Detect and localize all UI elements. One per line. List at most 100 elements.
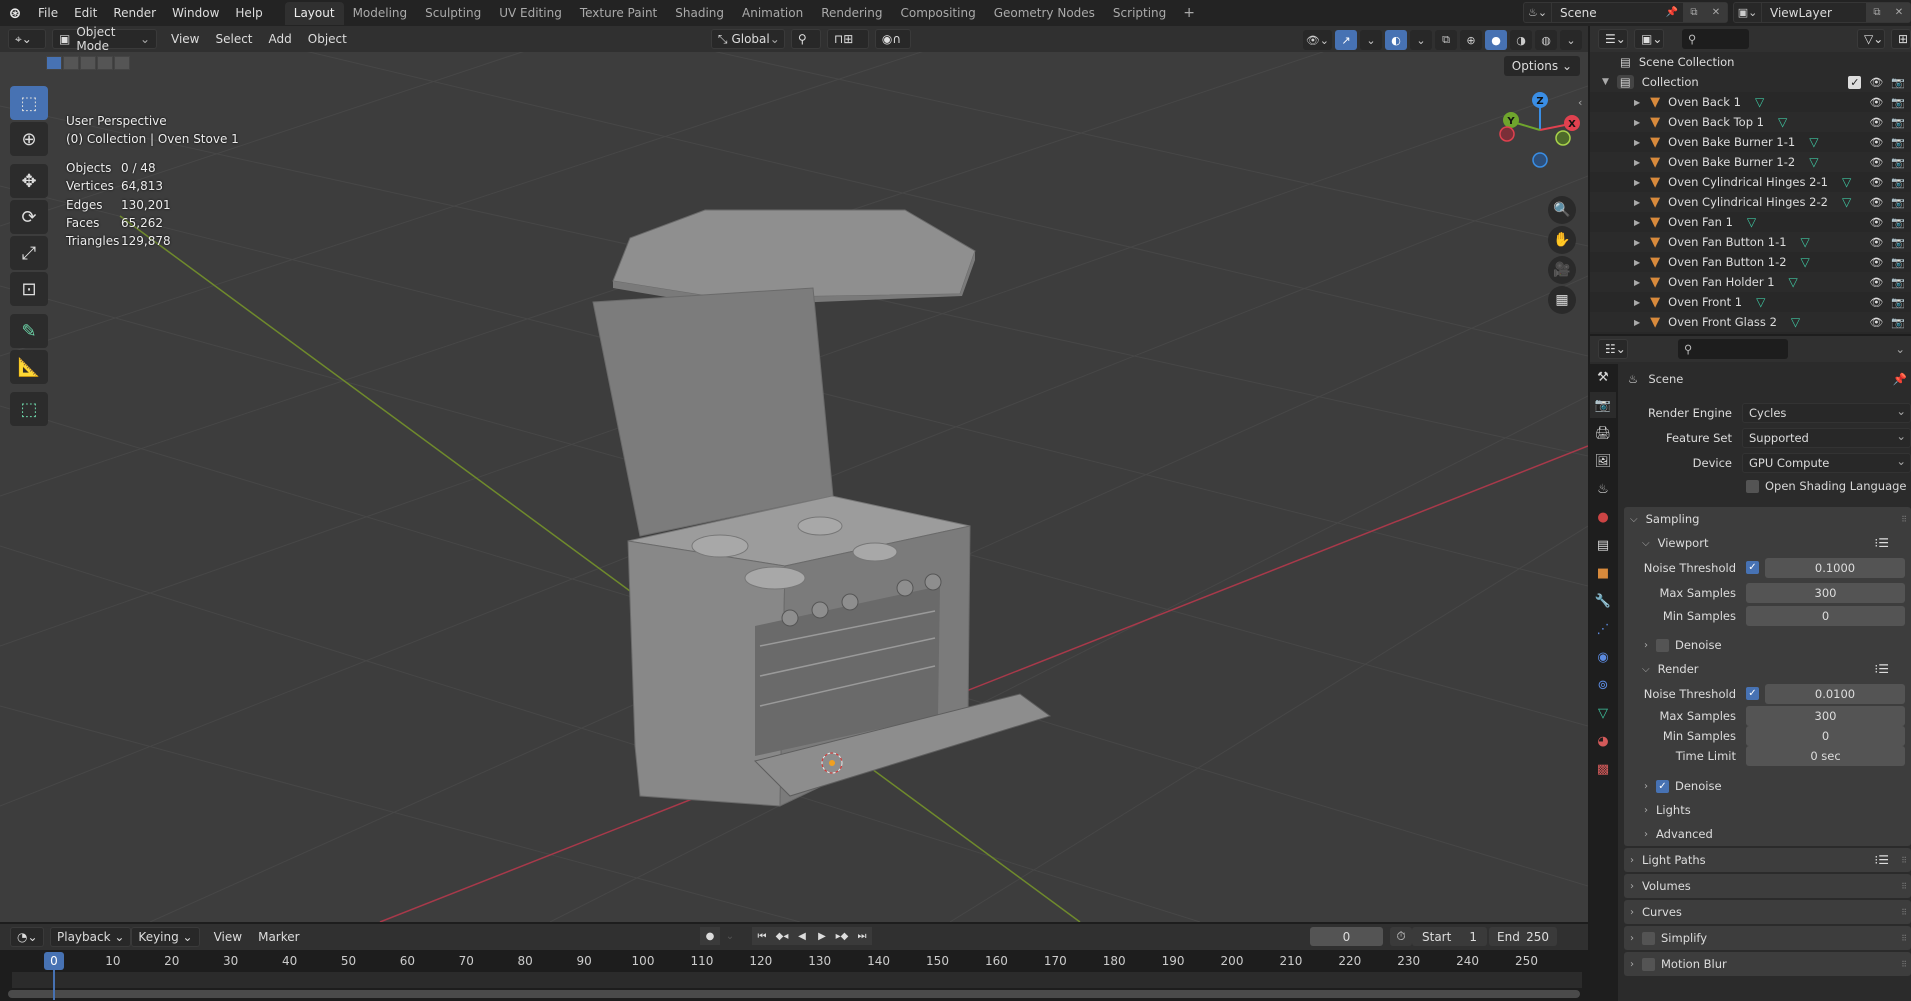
camera-view-icon[interactable]: 🎥 xyxy=(1548,256,1576,284)
outliner-editor-type-icon[interactable]: ☰⌄ xyxy=(1598,29,1628,49)
tab-rendering[interactable]: Rendering xyxy=(812,2,891,25)
object-tab-icon[interactable]: ■ xyxy=(1590,560,1616,586)
mesh-data-icon[interactable]: ▽ xyxy=(1755,95,1764,109)
presets-icon[interactable]: ⁝☰ xyxy=(1874,853,1889,867)
playhead[interactable]: 0 xyxy=(44,952,64,970)
display-mode-icon[interactable]: ▣⌄ xyxy=(1634,29,1664,49)
solid-shading-icon[interactable]: ● xyxy=(1485,30,1507,50)
filter-icon[interactable]: ▽⌄ xyxy=(1857,29,1885,49)
collection-tab-icon[interactable]: ▤ xyxy=(1590,532,1616,558)
presets-icon[interactable]: ⁝☰ xyxy=(1874,662,1889,676)
expand-arrow-icon[interactable]: ▶ xyxy=(1634,218,1640,227)
start-frame-field[interactable]: Start 1 xyxy=(1412,927,1487,946)
mesh-data-icon[interactable]: ▽ xyxy=(1789,275,1798,289)
camera-icon[interactable]: 📷 xyxy=(1891,156,1905,169)
play-icon[interactable]: ▶ xyxy=(812,927,832,945)
camera-icon[interactable]: 📷 xyxy=(1891,176,1905,189)
play-reverse-icon[interactable]: ◀ xyxy=(792,927,812,945)
camera-icon[interactable]: 📷 xyxy=(1891,96,1905,109)
overlays-toggle-icon[interactable]: ◐ xyxy=(1385,30,1407,50)
camera-icon[interactable]: 📷 xyxy=(1891,116,1905,129)
particles-tab-icon[interactable]: ⋰ xyxy=(1590,616,1616,642)
mesh-data-icon[interactable]: ▽ xyxy=(1778,115,1787,129)
eye-icon[interactable]: 👁 xyxy=(1869,156,1883,169)
overlays-dropdown[interactable]: ⌄ xyxy=(1410,30,1432,50)
proportional-edit-button[interactable]: ◉∩ xyxy=(874,29,911,49)
sampling-header[interactable]: ⌵ Sampling ⠿ xyxy=(1624,507,1911,531)
next-keyframe-icon[interactable]: ▸◆ xyxy=(832,927,852,945)
eye-icon[interactable]: 👁 xyxy=(1869,316,1883,329)
volumes-header[interactable]: › Volumes ⠿ xyxy=(1624,874,1911,898)
zoom-view-icon[interactable]: 🔍 xyxy=(1548,196,1576,224)
menu-window[interactable]: Window xyxy=(164,6,227,20)
options-dropdown[interactable]: Options ⌄ xyxy=(1503,56,1580,76)
visibility-icon[interactable]: 👁⌄ xyxy=(1302,30,1332,50)
render-tab-icon[interactable]: 📷 xyxy=(1590,392,1616,418)
camera-icon[interactable]: 📷 xyxy=(1891,276,1905,289)
properties-editor-type-icon[interactable]: ☷⌄ xyxy=(1598,339,1628,359)
viewport-max-samples-field[interactable]: 300 xyxy=(1746,582,1905,603)
pivot-point-button[interactable]: ⚲ xyxy=(790,29,821,49)
new-viewlayer-icon[interactable]: ⧉ xyxy=(1866,3,1888,22)
expand-arrow-icon[interactable]: ▶ xyxy=(1634,198,1640,207)
expand-arrow-icon[interactable]: ▶ xyxy=(1634,138,1640,147)
drag-handle-icon[interactable]: ⠿ xyxy=(1901,934,1907,943)
outliner-item[interactable]: ▶ ▼ Oven Front Glass 2 ▽ 👁 📷 xyxy=(1590,312,1911,332)
select-extend-icon[interactable] xyxy=(63,56,79,70)
expand-arrow-icon[interactable]: ▶ xyxy=(1634,298,1640,307)
outliner-item[interactable]: ▶ ▼ Oven Cylindrical Hinges 2-1 ▽ 👁 📷 xyxy=(1590,172,1911,192)
tab-animation[interactable]: Animation xyxy=(733,2,812,25)
mesh-data-icon[interactable]: ▽ xyxy=(1809,155,1818,169)
feature-set-dropdown[interactable]: Supported xyxy=(1742,427,1911,448)
render-min-samples-field[interactable]: 0 xyxy=(1746,726,1905,746)
material-shading-icon[interactable]: ◑ xyxy=(1510,30,1532,50)
measure-tool-icon[interactable]: 📐 xyxy=(10,350,48,384)
outliner-search-input[interactable]: ⚲ xyxy=(1682,29,1749,49)
camera-icon[interactable]: 📷 xyxy=(1891,236,1905,249)
data-tab-icon[interactable]: ▽ xyxy=(1590,700,1616,726)
end-frame-field[interactable]: End 250 xyxy=(1489,927,1557,946)
new-scene-icon[interactable]: ⧉ xyxy=(1683,3,1705,22)
camera-icon[interactable]: 📷 xyxy=(1891,76,1905,89)
osl-checkbox[interactable] xyxy=(1746,479,1759,493)
record-keyframe-icon[interactable]: ● xyxy=(700,927,720,945)
tab-layout[interactable]: Layout xyxy=(284,2,344,25)
motion-blur-panel[interactable]: › Motion Blur ⠿ xyxy=(1624,952,1911,976)
tab-scripting[interactable]: Scripting xyxy=(1104,2,1175,25)
menu-file[interactable]: File xyxy=(30,6,66,20)
gizmo-neg-y[interactable] xyxy=(1555,130,1571,146)
navigation-gizmo[interactable]: Z X Y xyxy=(1495,90,1585,180)
shading-dropdown[interactable]: ⌄ xyxy=(1560,30,1582,50)
outliner-item[interactable]: ▶ ▼ Oven Cylindrical Hinges 2-2 ▽ 👁 📷 xyxy=(1590,192,1911,212)
timeline-menu-view[interactable]: View xyxy=(206,930,250,944)
ortho-toggle-icon[interactable]: ▦ xyxy=(1548,286,1576,314)
drag-handle-icon[interactable]: ⠿ xyxy=(1901,960,1907,969)
motion-blur-checkbox[interactable] xyxy=(1642,957,1655,971)
rendered-shading-icon[interactable]: ◍ xyxy=(1535,30,1557,50)
transform-orientation-dropdown[interactable]: ⤡ Global ⌄ xyxy=(710,29,785,49)
eye-icon[interactable]: 👁 xyxy=(1869,116,1883,129)
pan-view-icon[interactable]: ✋ xyxy=(1548,226,1576,254)
preview-range-icon[interactable]: ⏱ xyxy=(1390,927,1412,946)
drag-handle-icon[interactable]: ⠿ xyxy=(1901,856,1907,865)
eye-icon[interactable]: 👁 xyxy=(1869,176,1883,189)
add-cube-tool-icon[interactable]: ⬚ xyxy=(10,392,48,426)
outliner-item[interactable]: ▶ ▼ Oven Bake Burner 1-2 ▽ 👁 📷 xyxy=(1590,152,1911,172)
select-new-icon[interactable] xyxy=(46,56,62,70)
pin-icon[interactable]: 📌 xyxy=(1893,372,1907,386)
modifier-tab-icon[interactable]: 🔧 xyxy=(1590,588,1616,614)
scene-selector[interactable]: ♨⌄ Scene 📌 ⧉ ✕ xyxy=(1523,2,1728,23)
timeline-scrollbar[interactable] xyxy=(8,990,1580,998)
eye-icon[interactable]: 👁 xyxy=(1869,236,1883,249)
render-max-samples-field[interactable]: 300 xyxy=(1746,706,1905,726)
snap-button[interactable]: ⊓⊞ xyxy=(826,29,869,49)
camera-icon[interactable]: 📷 xyxy=(1891,136,1905,149)
add-workspace-button[interactable]: + xyxy=(1175,1,1203,25)
outliner-item[interactable]: ▶ ▼ Oven Back Top 1 ▽ 👁 📷 xyxy=(1590,112,1911,132)
drag-handle-icon[interactable]: ⠿ xyxy=(1901,908,1907,917)
gizmo-neg-z[interactable] xyxy=(1532,152,1548,168)
rotate-tool-icon[interactable]: ⟳ xyxy=(10,200,48,234)
jump-end-icon[interactable]: ⏭ xyxy=(852,927,872,945)
view-layer-tab-icon[interactable]: 🖼 xyxy=(1590,448,1616,474)
blender-logo-icon[interactable]: ⊛ xyxy=(0,0,30,26)
